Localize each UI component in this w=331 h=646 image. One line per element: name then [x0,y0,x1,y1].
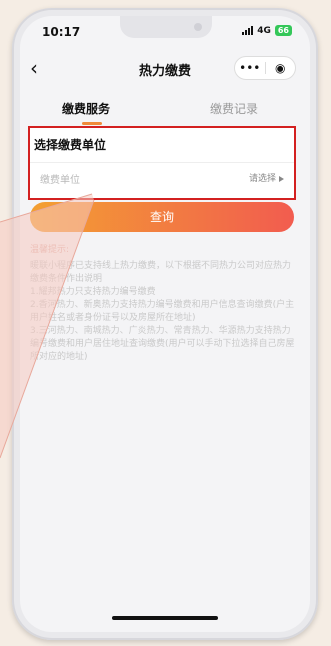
home-indicator [112,616,218,620]
tips-title: 温馨提示: [30,245,70,255]
app-screen: 10:17 4G 66 ‹ 热力缴费 ••• ◉ 缴费服务 缴费记录 选择缴费单… [20,16,310,632]
tips-line: 1.耀邦热力只支持热力编号缴费 [30,287,156,297]
unit-field-label: 缴费单位 [40,175,80,186]
tips-line: 2.香河热力、新奥热力支持热力编号缴费和用户信息查询缴费(户主用户姓名或者身份证… [30,300,295,323]
unit-select-text: 请选择 [248,174,276,184]
tips-line: 3.三河热力、南城热力、广炎热力、常青热力、华源热力支持热力编号缴费和用户居住地… [30,326,295,362]
network-label: 4G [257,25,271,36]
chevron-right-icon [279,175,284,182]
unit-select-row[interactable]: 缴费单位 请选择 [30,162,294,191]
query-button[interactable]: 查询 [30,202,294,232]
unit-selection-panel: 选择缴费单位 缴费单位 请选择 [28,126,296,200]
tab-payment-service[interactable]: 缴费服务 [62,100,110,117]
battery-icon: 66 [274,25,292,36]
more-icon[interactable]: ••• [235,61,265,75]
tab-bar: 缴费服务 缴费记录 [20,96,310,126]
status-time: 10:17 [42,25,81,39]
unit-section-title: 选择缴费单位 [34,138,107,152]
tab-payment-records[interactable]: 缴费记录 [210,100,258,117]
tips-line: 暖联小程序已支持线上热力缴费，以下根据不同热力公司对应热力缴费条件作出说明 [30,261,292,284]
signal-icon [242,26,254,35]
tips-section: 温馨提示: 暖联小程序已支持线上热力缴费，以下根据不同热力公司对应热力缴费条件作… [30,244,296,364]
nav-bar: ‹ 热力缴费 ••• ◉ [20,52,310,86]
mini-program-capsule: ••• ◉ [234,56,296,80]
status-bar: 10:17 4G 66 [20,16,310,46]
active-tab-indicator [82,122,102,125]
unit-select-trigger[interactable]: 请选择 [249,171,284,184]
status-right: 4G 66 [242,25,292,36]
close-icon[interactable]: ◉ [266,61,296,75]
